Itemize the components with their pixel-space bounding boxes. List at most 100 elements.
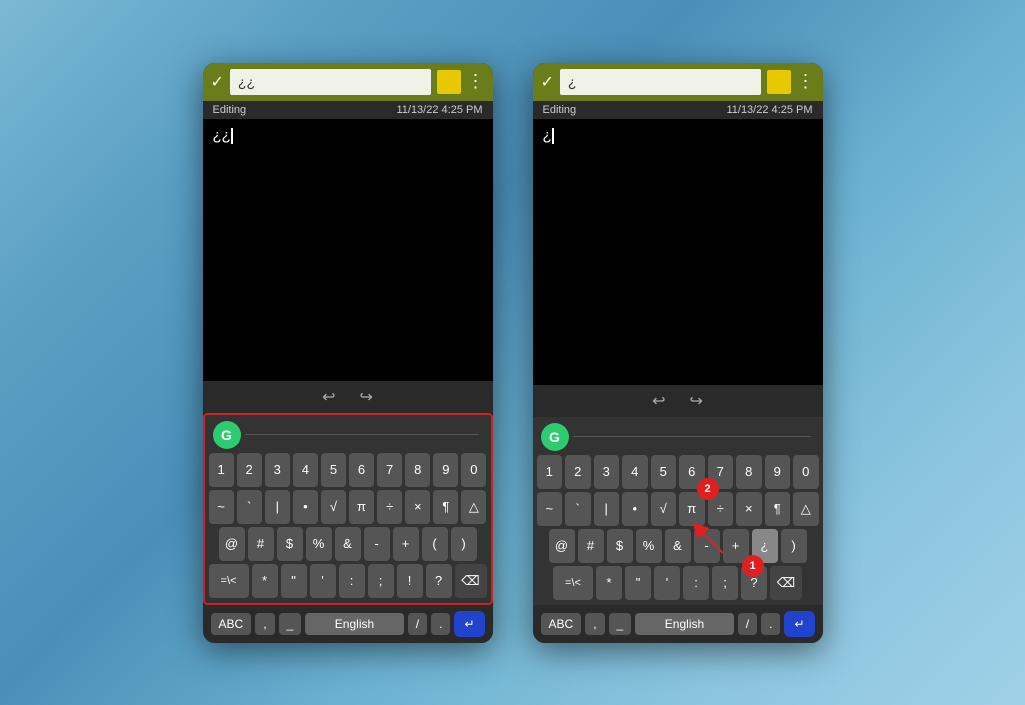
right-editing-label: Editing — [543, 104, 577, 116]
left-comma-button[interactable]: , — [255, 613, 274, 635]
right-undo-icon[interactable]: ↩ — [652, 391, 665, 411]
r-key-inverted-question[interactable]: ¿ 1 — [752, 529, 778, 563]
right-check-icon[interactable]: ✓ — [541, 72, 554, 92]
r-key-backspace[interactable]: ⌫ — [770, 566, 802, 600]
r-key-pi[interactable]: π 2 — [679, 492, 705, 526]
key-special-left[interactable]: =\< — [209, 564, 249, 598]
right-text-area[interactable]: ¿ — [533, 119, 823, 385]
r-key-rparen[interactable]: ) — [781, 529, 807, 563]
right-english-button[interactable]: English — [635, 613, 734, 635]
key-backspace[interactable]: ⌫ — [455, 564, 487, 598]
key-squote[interactable]: ' — [310, 564, 336, 598]
key-3[interactable]: 3 — [265, 453, 290, 487]
right-enter-button[interactable]: ↵ — [784, 611, 814, 637]
key-ampersand[interactable]: & — [335, 527, 361, 561]
right-underscore-button[interactable]: _ — [609, 613, 632, 635]
key-times[interactable]: × — [405, 490, 430, 524]
key-4[interactable]: 4 — [293, 453, 318, 487]
r-key-minus[interactable]: - — [694, 529, 720, 563]
left-english-button[interactable]: English — [305, 613, 404, 635]
left-grammarly-button[interactable]: G — [213, 421, 241, 449]
r-key-8[interactable]: 8 — [736, 455, 762, 489]
left-slash-button[interactable]: / — [408, 613, 427, 635]
key-percent[interactable]: % — [306, 527, 332, 561]
key-plus[interactable]: + — [393, 527, 419, 561]
r-key-backtick[interactable]: ` — [565, 492, 591, 526]
r-key-special-left[interactable]: =\< — [553, 566, 593, 600]
left-text-area[interactable]: ¿¿ — [203, 119, 493, 381]
r-key-2[interactable]: 2 — [565, 455, 591, 489]
key-2[interactable]: 2 — [237, 453, 262, 487]
key-asterisk[interactable]: * — [252, 564, 278, 598]
r-key-ampersand[interactable]: & — [665, 529, 691, 563]
key-div[interactable]: ÷ — [377, 490, 402, 524]
right-dots-icon[interactable]: ⋮ — [797, 71, 815, 92]
r-key-times[interactable]: × — [736, 492, 762, 526]
key-lparen[interactable]: ( — [422, 527, 448, 561]
r-key-pipe[interactable]: | — [594, 492, 620, 526]
key-sqrt[interactable]: √ — [321, 490, 346, 524]
key-at[interactable]: @ — [219, 527, 245, 561]
r-key-colon[interactable]: : — [683, 566, 709, 600]
key-backtick[interactable]: ` — [237, 490, 262, 524]
key-tilde[interactable]: ~ — [209, 490, 234, 524]
r-key-squote[interactable]: ' — [654, 566, 680, 600]
r-key-asterisk[interactable]: * — [596, 566, 622, 600]
key-pi[interactable]: π — [349, 490, 374, 524]
key-8[interactable]: 8 — [405, 453, 430, 487]
key-pipe[interactable]: | — [265, 490, 290, 524]
r-key-dollar[interactable]: $ — [607, 529, 633, 563]
key-dollar[interactable]: $ — [277, 527, 303, 561]
r-key-hash[interactable]: # — [578, 529, 604, 563]
r-key-semicolon[interactable]: ; — [712, 566, 738, 600]
r-key-at[interactable]: @ — [549, 529, 575, 563]
key-exclaim[interactable]: ! — [397, 564, 423, 598]
left-redo-icon[interactable]: ↪ — [360, 387, 373, 407]
r-key-3[interactable]: 3 — [594, 455, 620, 489]
key-question[interactable]: ? — [426, 564, 452, 598]
key-rparen[interactable]: ) — [451, 527, 477, 561]
right-slash-button[interactable]: / — [738, 613, 757, 635]
right-abc-button[interactable]: ABC — [541, 613, 582, 635]
r-key-4[interactable]: 4 — [622, 455, 648, 489]
right-grammarly-button[interactable]: G — [541, 423, 569, 451]
r-key-triangle[interactable]: △ — [793, 492, 819, 526]
r-key-1[interactable]: 1 — [537, 455, 563, 489]
left-underscore-button[interactable]: _ — [279, 613, 302, 635]
key-9[interactable]: 9 — [433, 453, 458, 487]
key-semicolon[interactable]: ; — [368, 564, 394, 598]
key-pilcrow[interactable]: ¶ — [433, 490, 458, 524]
key-7[interactable]: 7 — [377, 453, 402, 487]
left-symbol-row3: =\< * " ' : ; ! ? ⌫ — [209, 564, 487, 598]
key-hash[interactable]: # — [248, 527, 274, 561]
key-0[interactable]: 0 — [461, 453, 486, 487]
left-check-icon[interactable]: ✓ — [211, 72, 224, 92]
r-key-0[interactable]: 0 — [793, 455, 819, 489]
key-triangle[interactable]: △ — [461, 490, 486, 524]
right-period-button[interactable]: . — [761, 613, 780, 635]
r-key-5[interactable]: 5 — [651, 455, 677, 489]
r-key-pilcrow[interactable]: ¶ — [765, 492, 791, 526]
left-enter-button[interactable]: ↵ — [454, 611, 484, 637]
key-minus[interactable]: - — [364, 527, 390, 561]
left-top-input[interactable] — [230, 69, 431, 95]
left-dots-icon[interactable]: ⋮ — [467, 71, 485, 92]
r-key-percent[interactable]: % — [636, 529, 662, 563]
key-5[interactable]: 5 — [321, 453, 346, 487]
left-period-button[interactable]: . — [431, 613, 450, 635]
left-abc-button[interactable]: ABC — [211, 613, 252, 635]
key-6[interactable]: 6 — [349, 453, 374, 487]
right-redo-icon[interactable]: ↪ — [690, 391, 703, 411]
key-colon[interactable]: : — [339, 564, 365, 598]
right-comma-button[interactable]: , — [585, 613, 604, 635]
r-key-tilde[interactable]: ~ — [537, 492, 563, 526]
r-key-9[interactable]: 9 — [765, 455, 791, 489]
r-key-bullet[interactable]: • — [622, 492, 648, 526]
r-key-dquote[interactable]: " — [625, 566, 651, 600]
right-top-input[interactable] — [560, 69, 761, 95]
key-dquote[interactable]: " — [281, 564, 307, 598]
key-bullet[interactable]: • — [293, 490, 318, 524]
left-undo-icon[interactable]: ↩ — [322, 387, 335, 407]
r-key-sqrt[interactable]: √ — [651, 492, 677, 526]
key-1[interactable]: 1 — [209, 453, 234, 487]
